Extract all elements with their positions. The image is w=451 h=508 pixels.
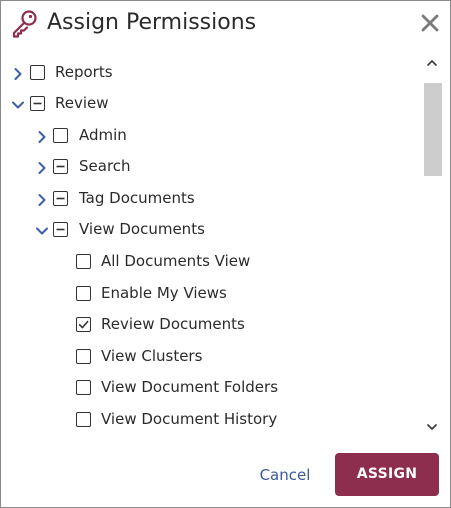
key-icon	[11, 9, 39, 39]
tree-label: Reports	[55, 63, 113, 81]
checkbox-view-document-folders[interactable]	[76, 380, 91, 395]
permissions-tree: Reports Review Admin Search Tag Document…	[1, 55, 421, 439]
checkbox-reports[interactable]	[30, 65, 45, 80]
tree-row-view-document-folders: View Document Folders	[1, 375, 411, 403]
tree-label: Admin	[79, 126, 127, 144]
tree-row-review: Review	[1, 91, 411, 119]
assign-permissions-dialog: Assign Permissions Reports Review Admin …	[0, 0, 451, 508]
assign-button[interactable]: ASSIGN	[335, 453, 439, 496]
close-icon[interactable]	[417, 10, 443, 36]
checkbox-view-clusters[interactable]	[76, 349, 91, 364]
chevron-down-icon[interactable]	[424, 419, 440, 435]
chevron-down-icon[interactable]	[35, 223, 49, 237]
tree-label: Review Documents	[101, 315, 245, 333]
tree-label: View Documents	[79, 220, 205, 238]
scroll-thumb[interactable]	[424, 83, 442, 176]
chevron-down-icon[interactable]	[11, 97, 25, 111]
checkbox-all-documents-view[interactable]	[76, 254, 91, 269]
tree-label: View Document Folders	[101, 378, 279, 396]
chevron-right-icon[interactable]	[35, 192, 49, 206]
checkbox-search[interactable]	[53, 159, 68, 174]
checkbox-view-documents[interactable]	[53, 222, 68, 237]
tree-label: Review	[55, 94, 109, 112]
tree-label: Search	[79, 157, 131, 175]
checkbox-enable-my-views[interactable]	[76, 286, 91, 301]
checkbox-view-document-history[interactable]	[76, 412, 91, 427]
tree-row-admin: Admin	[1, 123, 411, 151]
checkbox-review[interactable]	[30, 96, 45, 111]
checkbox-tag-documents[interactable]	[53, 191, 68, 206]
tree-label: Tag Documents	[79, 189, 195, 207]
tree-label: Enable My Views	[101, 284, 227, 302]
tree-row-view-documents: View Documents	[1, 217, 411, 245]
tree-row-tag-documents: Tag Documents	[1, 186, 411, 214]
tree-row-view-clusters: View Clusters	[1, 344, 411, 372]
chevron-up-icon[interactable]	[424, 55, 440, 71]
chevron-right-icon[interactable]	[35, 129, 49, 143]
tree-row-reports: Reports	[1, 60, 411, 88]
checkbox-review-documents[interactable]	[76, 317, 91, 332]
checkbox-admin[interactable]	[53, 128, 68, 143]
tree-row-all-documents-view: All Documents View	[1, 249, 411, 277]
tree-label: View Clusters	[101, 347, 203, 365]
tree-row-review-documents: Review Documents	[1, 312, 411, 340]
tree-scrollbar[interactable]	[421, 55, 443, 439]
dialog-header: Assign Permissions	[1, 1, 450, 47]
cancel-button[interactable]: Cancel	[246, 456, 324, 494]
chevron-right-icon[interactable]	[11, 66, 25, 80]
tree-row-search: Search	[1, 154, 411, 182]
tree-label: All Documents View	[101, 252, 251, 270]
tree-label: View Document History	[101, 410, 278, 428]
dialog-title: Assign Permissions	[47, 10, 257, 35]
tree-row-view-document-history: View Document History	[1, 407, 411, 435]
tree-row-enable-my-views: Enable My Views	[1, 281, 411, 309]
chevron-right-icon[interactable]	[35, 160, 49, 174]
